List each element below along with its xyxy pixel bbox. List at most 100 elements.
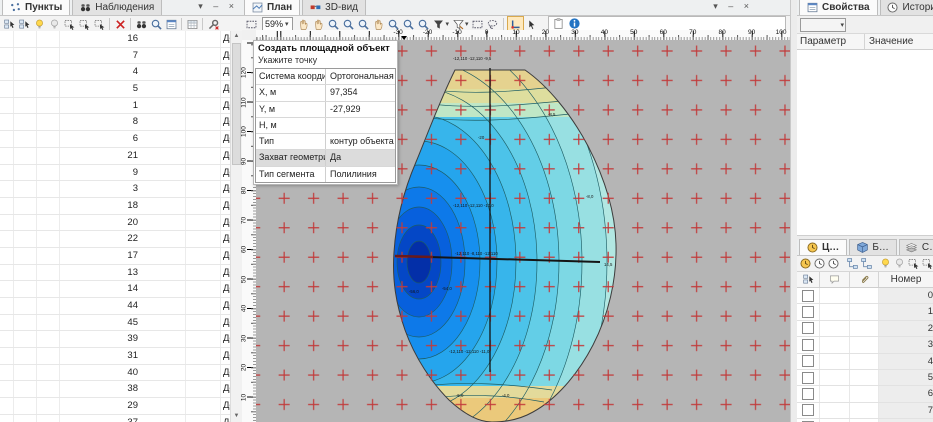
tab-наблюдения[interactable]: Наблюдения — [72, 0, 162, 15]
table-row[interactable]: 31Деформац… — [0, 348, 231, 365]
scroll-down-icon[interactable]: ▼ — [231, 411, 242, 422]
popup-param-value[interactable]: Да — [326, 150, 395, 165]
popup-row[interactable]: Система коорди…Ортогональная — [256, 69, 395, 85]
comment-column-header[interactable] — [820, 272, 850, 287]
tab-свойства[interactable]: Свойства — [799, 0, 878, 15]
hand-icon[interactable] — [297, 17, 311, 31]
popup-param-value[interactable] — [326, 118, 395, 133]
table-row[interactable]: 5Деформац… — [0, 81, 231, 98]
popup-row[interactable]: Типконтур объекта — [256, 134, 395, 150]
node2-icon[interactable] — [860, 257, 873, 271]
table-row[interactable]: 1Деформац… — [0, 98, 231, 115]
chevron-down-icon[interactable]: ▾ — [446, 20, 450, 28]
table-row[interactable]: 45Деформац… — [0, 315, 231, 332]
popup-row[interactable]: Y, м-27,929 — [256, 102, 395, 118]
properties-grid-body[interactable] — [797, 50, 933, 236]
row-checkbox[interactable] — [802, 404, 814, 416]
tab-план[interactable]: План — [244, 0, 300, 15]
row-checkbox[interactable] — [802, 355, 814, 367]
table-row[interactable]: 40Деформац… — [0, 365, 231, 382]
number-column-header[interactable]: Номер — [879, 272, 933, 287]
left-window-buttons[interactable]: ▾ – × — [198, 1, 238, 12]
table-row[interactable]: 18Деформац… — [0, 198, 231, 215]
tab-ц[interactable]: Ц… — [799, 239, 847, 255]
clock-icon[interactable] — [813, 257, 826, 271]
select-rect-icon[interactable] — [62, 17, 76, 31]
mag-minus-icon[interactable] — [327, 17, 341, 31]
table-row[interactable]: 21Деформац… — [0, 148, 231, 165]
select-invert-icon[interactable] — [92, 17, 106, 31]
cycle-row[interactable]: 4 — [797, 354, 933, 370]
row-checkbox[interactable] — [802, 372, 814, 384]
row-checkbox[interactable] — [802, 388, 814, 400]
table-row[interactable]: 7Деформац… — [0, 48, 231, 65]
table-row[interactable]: 20Деформац… — [0, 215, 231, 232]
popup-row[interactable]: Н, м — [256, 118, 395, 134]
table-row[interactable]: 38Деформац… — [0, 381, 231, 398]
select-all-column-header[interactable] — [797, 272, 820, 287]
popup-row[interactable]: X, м97,354 — [256, 85, 395, 101]
table-row[interactable]: 22Деформац… — [0, 231, 231, 248]
tab-3dвид[interactable]: 3D-вид — [302, 0, 366, 15]
select-rect-icon[interactable] — [907, 257, 920, 271]
table-row[interactable]: 14Деформац… — [0, 281, 231, 298]
table-row[interactable]: 3Деформац… — [0, 181, 231, 198]
tab-пункты[interactable]: Пункты — [2, 0, 70, 15]
properties-combo[interactable]: ▾ — [800, 18, 846, 32]
popup-param-value[interactable]: контур объекта — [326, 134, 395, 149]
table-icon[interactable] — [185, 17, 199, 31]
select-add-icon[interactable] — [77, 17, 91, 31]
popup-param-value[interactable]: Полилиния — [326, 167, 395, 182]
tab-история[interactable]: История — [880, 0, 933, 15]
binoculars-icon[interactable] — [134, 17, 148, 31]
select-props2-icon[interactable] — [17, 17, 31, 31]
table-row[interactable]: 37Деформац… — [0, 415, 231, 422]
cycle-row[interactable]: 2 — [797, 321, 933, 337]
popup-param-value[interactable]: -27,929 — [326, 102, 395, 117]
row-checkbox[interactable] — [802, 290, 814, 302]
table-row[interactable]: 39Деформац… — [0, 331, 231, 348]
bulb-on-icon[interactable] — [879, 257, 892, 271]
value-column-header[interactable]: Значение — [865, 34, 933, 49]
mag-rect-icon[interactable] — [357, 17, 371, 31]
table-row[interactable]: 4Деформац… — [0, 64, 231, 81]
popup-param-value[interactable]: Ортогональная — [326, 69, 395, 84]
table-row[interactable]: 16Деформац… — [0, 31, 231, 48]
cycle-row[interactable]: 5 — [797, 370, 933, 386]
scroll-up-icon[interactable]: ▲ — [231, 31, 242, 42]
table-row[interactable]: 6Деформац… — [0, 131, 231, 148]
clock-orange-icon[interactable] — [799, 257, 812, 271]
tab-с[interactable]: С… — [899, 239, 933, 255]
hand-icon[interactable] — [372, 17, 386, 31]
tools-icon[interactable] — [206, 17, 220, 31]
mag-icon[interactable] — [342, 17, 356, 31]
tab-б[interactable]: Б… — [849, 239, 897, 255]
cycle-row[interactable]: 1 — [797, 304, 933, 320]
chevron-down-icon[interactable]: ▾ — [465, 20, 469, 28]
cycle-row[interactable]: 7 — [797, 403, 933, 419]
form-icon[interactable] — [164, 17, 178, 31]
search-settings-icon[interactable] — [149, 17, 163, 31]
delete-icon[interactable] — [113, 17, 127, 31]
row-checkbox[interactable] — [802, 339, 814, 351]
parameter-column-header[interactable]: Параметр — [797, 34, 865, 49]
select-props-icon[interactable] — [2, 17, 16, 31]
attachment-column-header[interactable] — [850, 272, 879, 287]
table-row[interactable]: 17Деформац… — [0, 248, 231, 265]
table-row[interactable]: 9Деформац… — [0, 165, 231, 182]
cycle-row[interactable]: 3 — [797, 337, 933, 353]
bulb-on-icon[interactable] — [32, 17, 46, 31]
plan-window-buttons[interactable]: ▾ – × — [713, 1, 753, 12]
bulb-off-icon[interactable] — [893, 257, 906, 271]
popup-param-value[interactable]: 97,354 — [326, 85, 395, 100]
table-row[interactable]: 29Деформац… — [0, 398, 231, 415]
bulb-off-icon[interactable] — [47, 17, 61, 31]
node-icon[interactable] — [846, 257, 859, 271]
table-row[interactable]: 8Деформац… — [0, 114, 231, 131]
clock-plus-icon[interactable] — [827, 257, 840, 271]
table-row[interactable]: 13Деформац… — [0, 265, 231, 282]
hand2-icon[interactable] — [312, 17, 326, 31]
row-checkbox[interactable] — [802, 306, 814, 318]
row-checkbox[interactable] — [802, 322, 814, 334]
popup-row[interactable]: Захват геометрииДа — [256, 150, 395, 166]
